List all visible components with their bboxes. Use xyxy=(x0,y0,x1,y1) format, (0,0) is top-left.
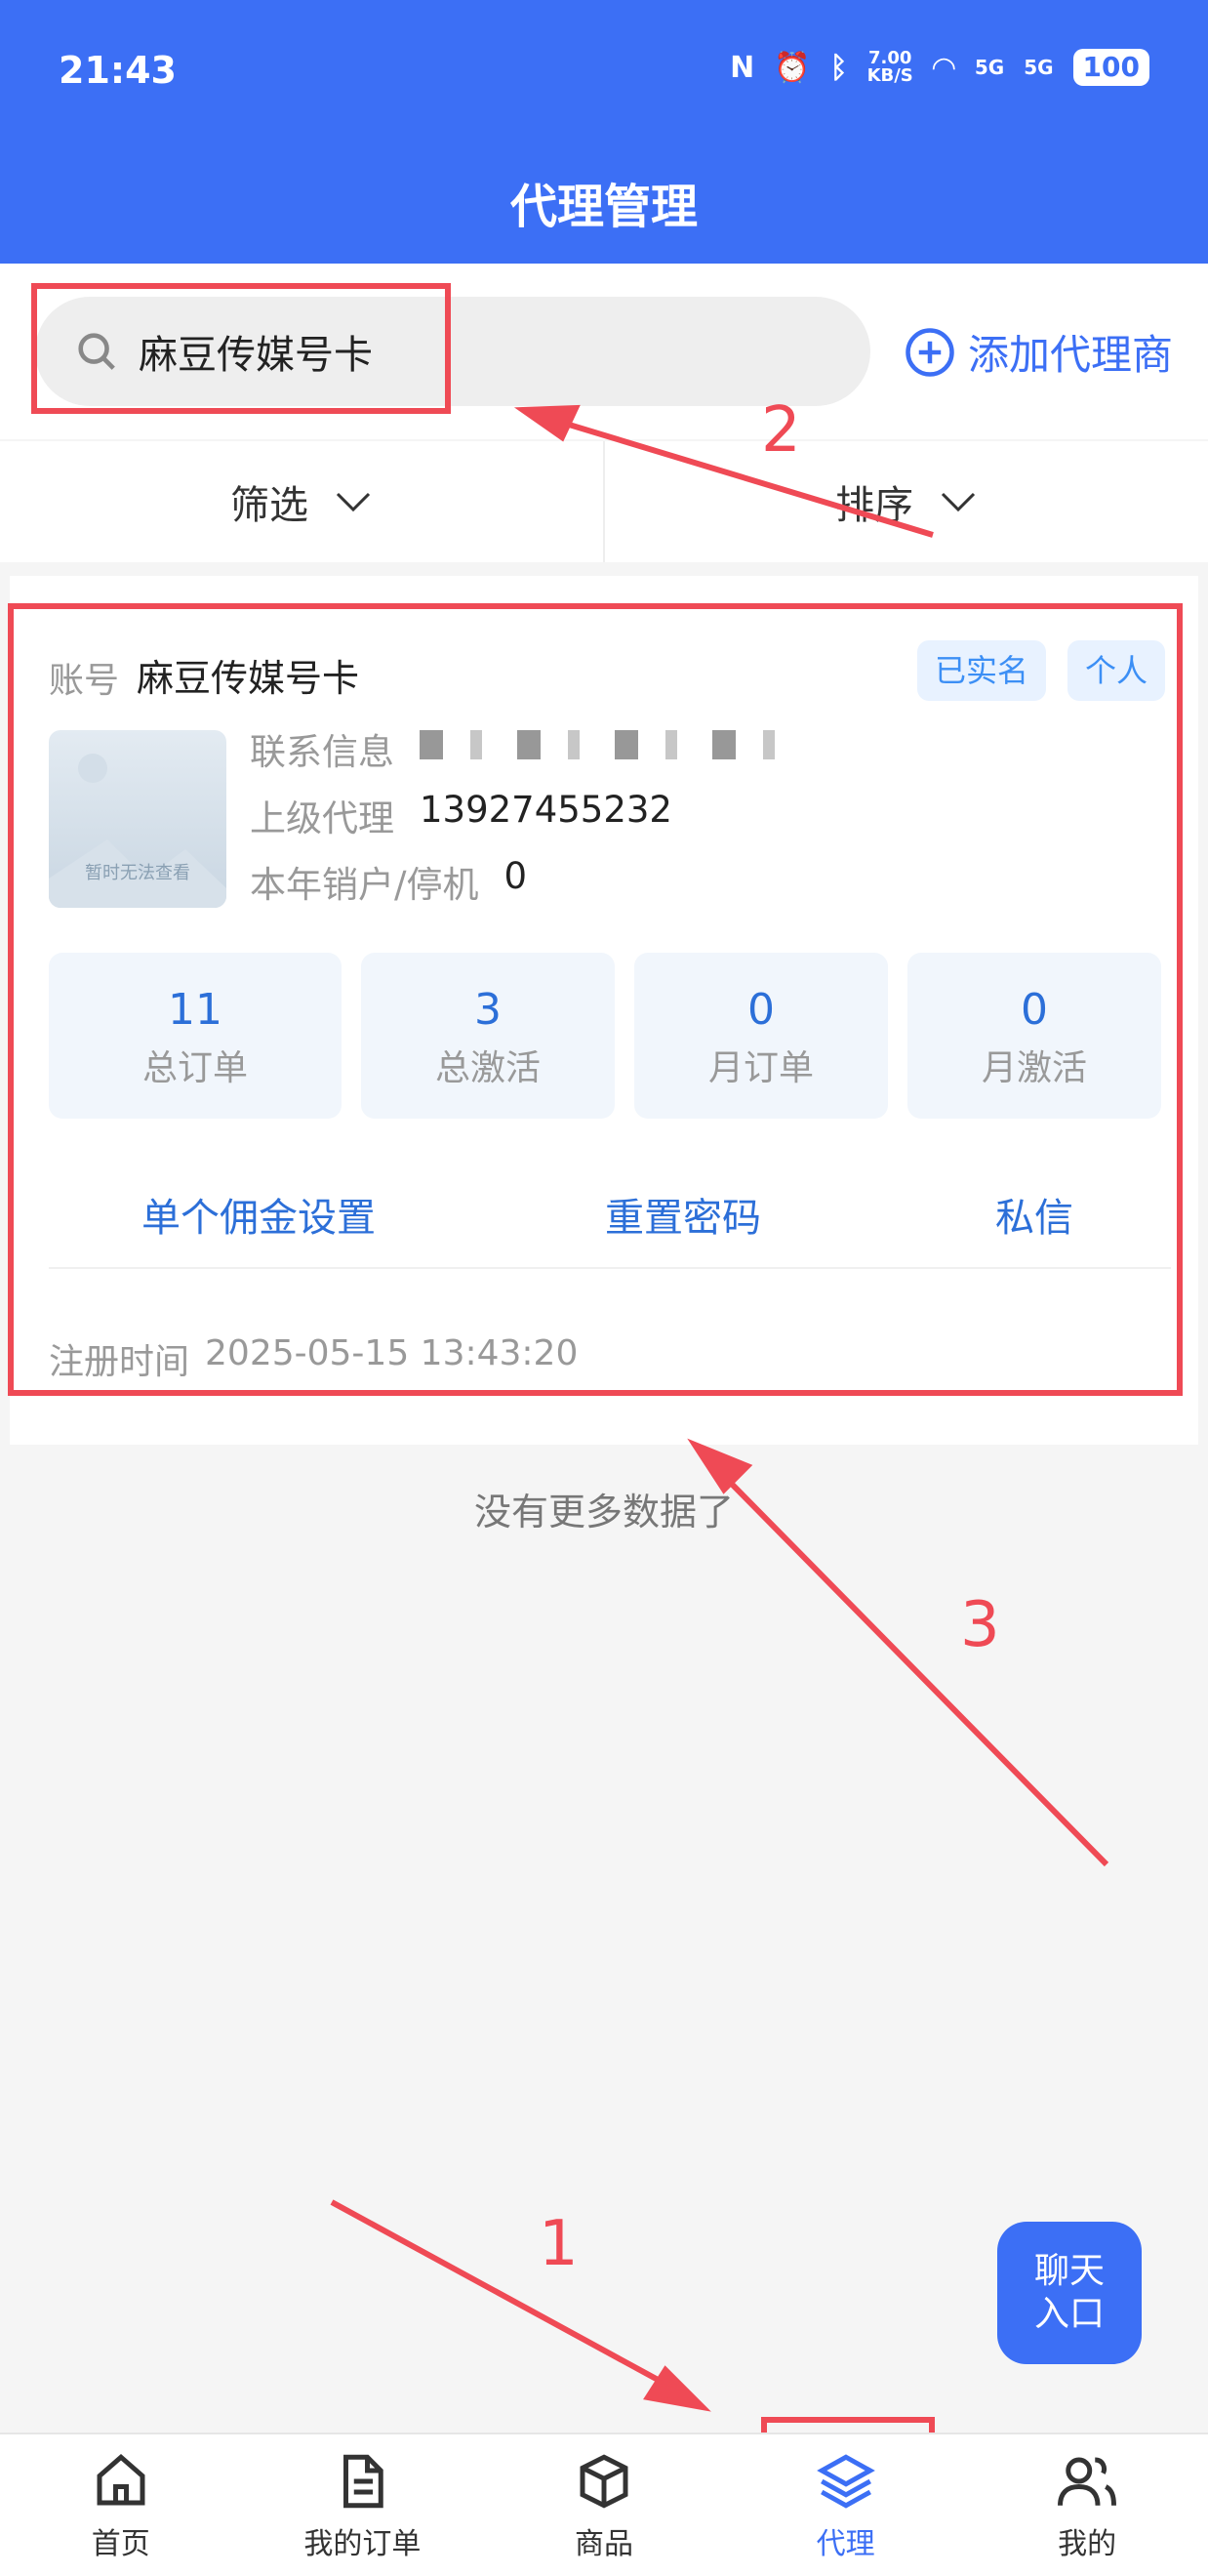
home-icon xyxy=(97,2453,145,2505)
add-agent-label: 添加代理商 xyxy=(968,331,1174,379)
filter-label: 筛选 xyxy=(230,483,308,528)
tab-label: 首页 xyxy=(91,2526,150,2561)
arrow-1 xyxy=(330,2199,685,2396)
tab-label: 我的 xyxy=(1058,2526,1117,2561)
list-end-text: 没有更多数据了 xyxy=(473,1491,734,1533)
tab-home[interactable]: 首页 xyxy=(0,2434,242,2576)
tab-mine[interactable]: 我的 xyxy=(966,2434,1208,2576)
network-speed: 7.00 KB/S xyxy=(866,48,913,86)
wifi-icon: ◠ xyxy=(932,50,955,85)
annotation-number-1: 1 xyxy=(539,2208,579,2280)
arrowhead-1 xyxy=(643,2365,711,2412)
layers-icon xyxy=(816,2453,875,2509)
annotation-box-card xyxy=(8,603,1183,1396)
chevron-down-icon xyxy=(336,492,371,512)
tab-label: 代理 xyxy=(816,2526,875,2561)
signal-5g-1: 5G xyxy=(974,56,1005,79)
chat-entry-button[interactable]: 聊天 入口 xyxy=(997,2222,1142,2364)
chat-label-line1: 聊天 xyxy=(1033,2251,1105,2291)
tab-products[interactable]: 商品 xyxy=(483,2434,725,2576)
filter-bar: 筛选 排序 xyxy=(0,441,1208,562)
alarm-icon: ⏰ xyxy=(774,50,811,85)
tab-agents[interactable]: 代理 xyxy=(725,2434,967,2576)
nfc-icon: N xyxy=(730,50,755,85)
add-agent-button[interactable]: 添加代理商 xyxy=(904,322,1173,382)
tab-label: 商品 xyxy=(574,2526,633,2561)
users-icon xyxy=(1058,2457,1117,2506)
bottom-tabbar: 首页 我的订单 商品 代理 我的 xyxy=(0,2433,1208,2576)
status-time: 21:43 xyxy=(59,49,177,92)
order-doc-icon xyxy=(343,2454,384,2508)
annotation-number-3: 3 xyxy=(960,1589,1000,1661)
bluetooth-icon: ᛒ xyxy=(829,50,848,85)
battery-level: 100 xyxy=(1072,49,1149,86)
tab-my-orders[interactable]: 我的订单 xyxy=(242,2434,484,2576)
plus-circle-icon xyxy=(906,327,954,377)
status-icons: N ⏰ ᛒ 7.00 KB/S ◠ 5G 5G 100 xyxy=(730,49,1149,86)
signal-5g-2: 5G xyxy=(1024,56,1054,79)
tab-label: 我的订单 xyxy=(303,2526,422,2561)
app-header: 21:43 N ⏰ ᛒ 7.00 KB/S ◠ 5G 5G 100 代理管理 xyxy=(0,0,1208,264)
annotation-number-2: 2 xyxy=(761,394,801,467)
package-icon xyxy=(580,2453,628,2509)
page-title: 代理管理 xyxy=(509,180,698,234)
annotation-box-search xyxy=(31,283,451,414)
sort-label: 排序 xyxy=(835,483,913,528)
filter-dropdown[interactable]: 筛选 xyxy=(0,441,603,562)
chat-label-line2: 入口 xyxy=(1033,2294,1105,2334)
chevron-down-icon xyxy=(941,492,976,512)
sort-dropdown[interactable]: 排序 xyxy=(603,441,1208,562)
